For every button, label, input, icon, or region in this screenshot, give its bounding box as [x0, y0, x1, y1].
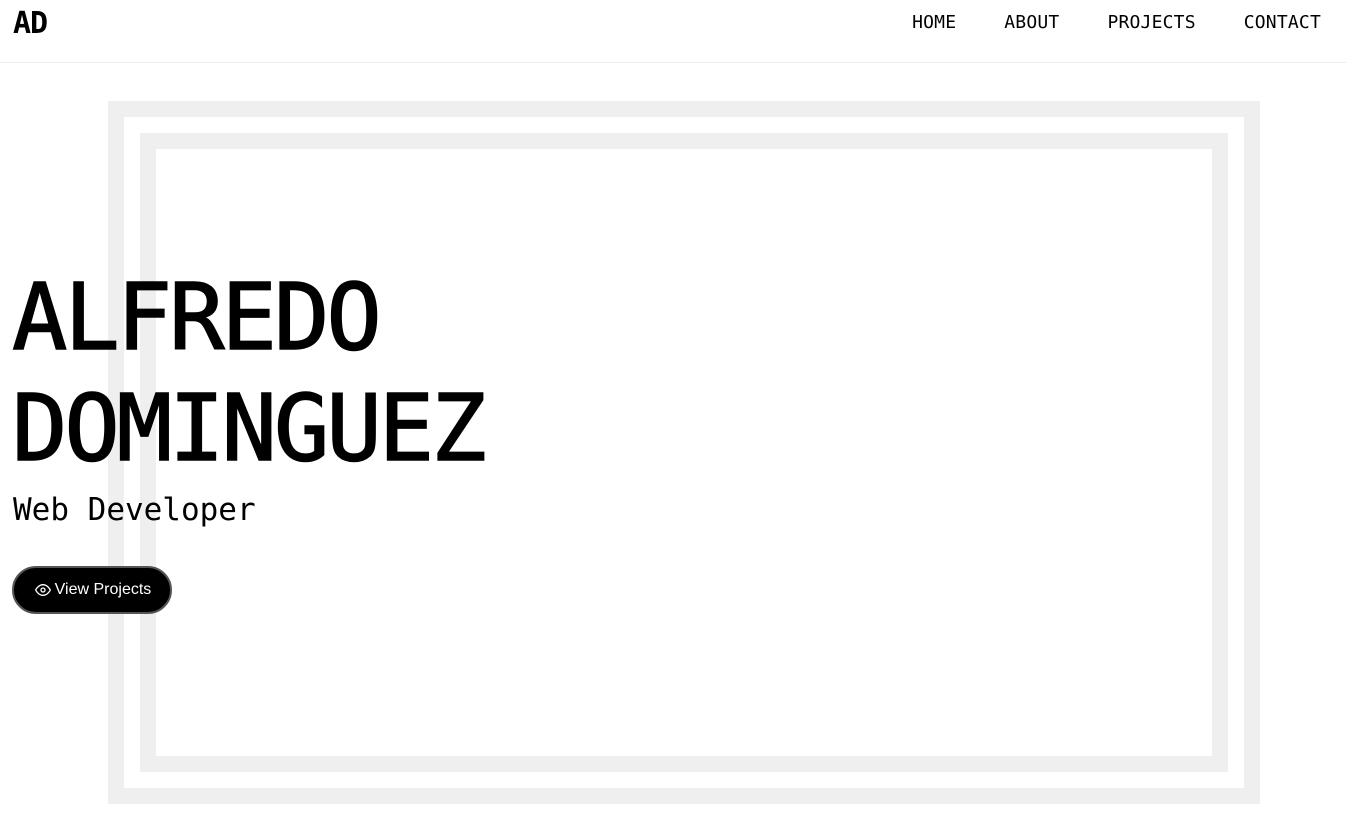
- nav-projects[interactable]: PROJECTS: [1107, 12, 1195, 33]
- eye-icon: [33, 582, 53, 598]
- hero-subtitle: Web Developer: [13, 492, 256, 528]
- view-projects-label: View Projects: [54, 581, 152, 598]
- site-header: AD HOME ABOUT PROJECTS CONTACT: [0, 0, 1346, 63]
- logo[interactable]: AD: [13, 6, 48, 41]
- hero-name-first: ALFREDO: [11, 263, 382, 372]
- nav-contact[interactable]: CONTACT: [1244, 12, 1321, 33]
- main-nav: HOME ABOUT PROJECTS CONTACT: [912, 12, 1321, 33]
- nav-home[interactable]: HOME: [912, 12, 956, 33]
- nav-about[interactable]: ABOUT: [1004, 12, 1059, 33]
- view-projects-button[interactable]: View Projects: [12, 566, 172, 614]
- hero-name: ALFREDO DOMINGUEZ: [11, 262, 487, 484]
- hero-name-last: DOMINGUEZ: [11, 374, 487, 483]
